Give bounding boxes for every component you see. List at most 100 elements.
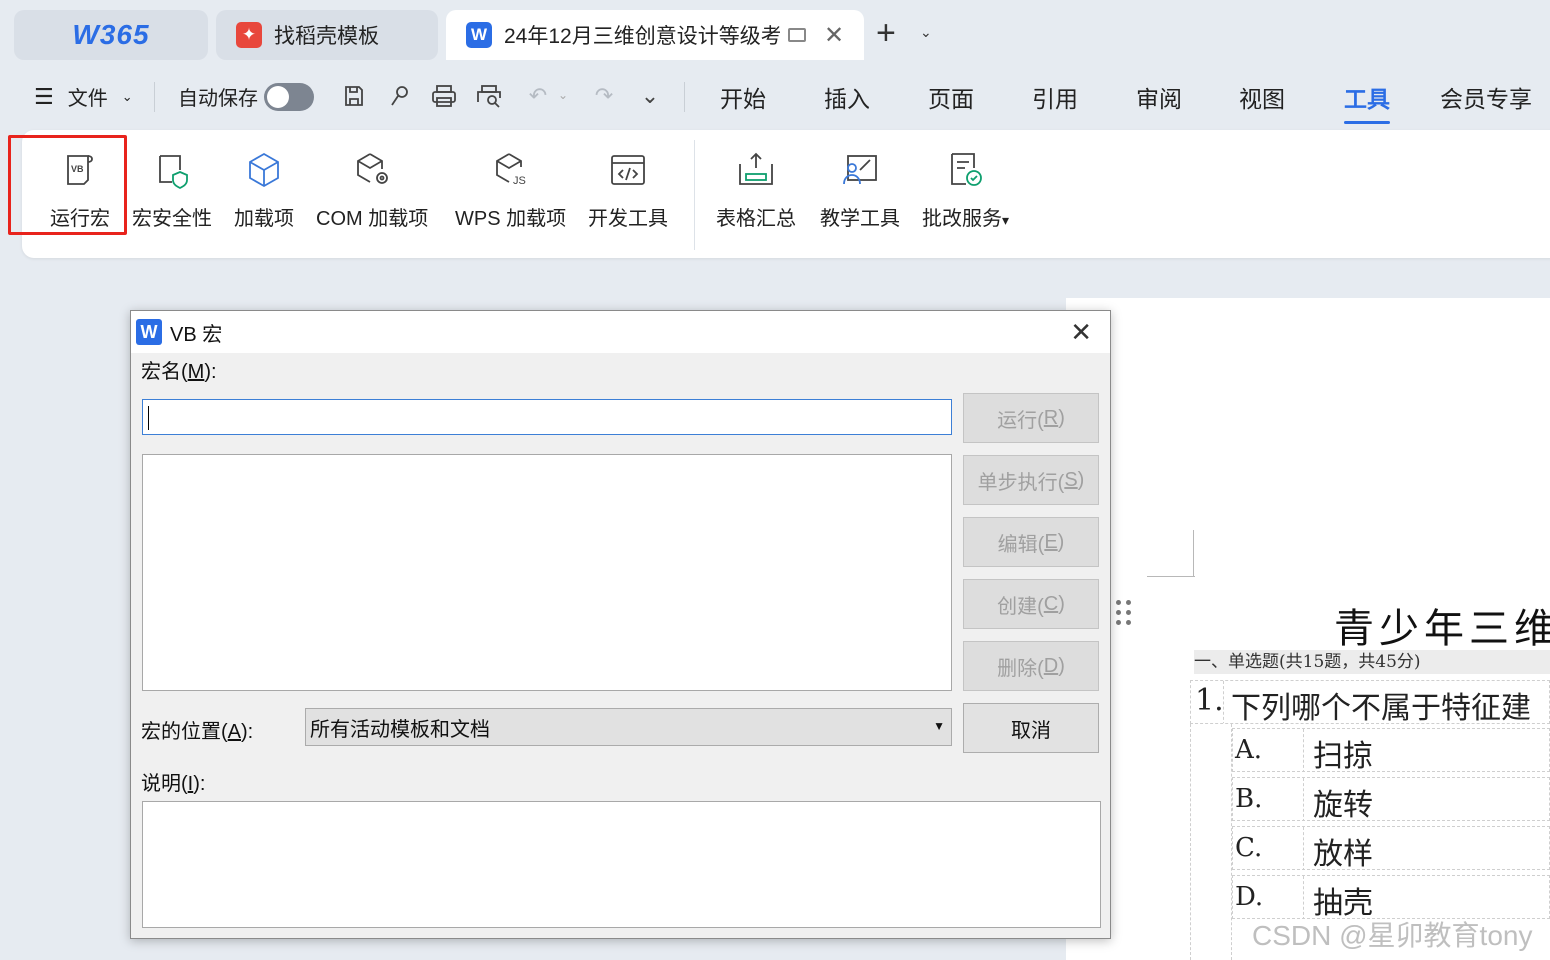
cell-divider xyxy=(1303,876,1304,918)
autosave-label: 自动保存 xyxy=(178,88,258,110)
cell-divider xyxy=(1303,729,1304,771)
hamburger-icon: ☰ xyxy=(34,83,54,109)
grading-service-text: 批改服务 xyxy=(922,208,1002,230)
file-menu-label: 文件 xyxy=(67,88,108,110)
tab-document-label: 24年12月三维创意设计等级考 xyxy=(504,25,780,48)
teaching-tools-button[interactable]: 教学工具 xyxy=(820,150,900,231)
developer-tools-button[interactable]: 开发工具 xyxy=(588,150,668,231)
macro-name-label: 宏名(M): xyxy=(141,355,217,384)
step-button[interactable]: 单步执行(S) xyxy=(963,455,1099,505)
cancel-button[interactable]: 取消 xyxy=(963,703,1099,753)
delete-button-text: 删除( xyxy=(997,657,1044,680)
menu-tools[interactable]: 工具 xyxy=(1344,80,1390,124)
chevron-down-icon[interactable]: ⌄ xyxy=(558,88,568,102)
location-label-end: ): xyxy=(241,721,254,743)
create-button[interactable]: 创建(C) xyxy=(963,579,1099,629)
vb-macro-dialog: W VB 宏 ✕ 宏名(M): 运行(R) 单步执行(S) 编辑(E) 创建(C… xyxy=(130,310,1111,939)
macro-name-input[interactable] xyxy=(142,399,952,435)
option-letter: A. xyxy=(1235,735,1263,765)
file-menu[interactable]: ☰ 文件 ⌄ xyxy=(34,82,133,111)
redo-icon[interactable]: ↷ xyxy=(590,82,618,110)
tab-home[interactable]: W365 xyxy=(14,10,208,60)
drag-handle-icon[interactable] xyxy=(1116,600,1132,626)
description-label-text: 说明( xyxy=(141,773,188,795)
menu-page[interactable]: 页面 xyxy=(928,80,974,114)
tab-template[interactable]: ✦ 找稻壳模板 xyxy=(216,10,438,60)
docer-icon: ✦ xyxy=(236,22,262,48)
more-chevron-icon[interactable]: ⌄ xyxy=(636,82,664,110)
teaching-icon xyxy=(843,155,877,185)
grading-icon xyxy=(950,153,982,186)
monitor-icon[interactable] xyxy=(788,28,806,42)
description-label: 说明(I): xyxy=(141,767,205,796)
wps-addins-button[interactable]: JS WPS 加载项 xyxy=(455,150,566,231)
cube-icon xyxy=(249,152,279,188)
tab-document[interactable]: W 24年12月三维创意设计等级考 ✕ xyxy=(446,10,864,60)
com-addins-button[interactable]: COM 加载项 xyxy=(316,150,428,231)
com-addins-label: COM 加载项 xyxy=(316,208,429,230)
menu-reference[interactable]: 引用 xyxy=(1032,80,1078,114)
edit-button-text: 编辑( xyxy=(997,533,1045,556)
section-heading: 一、单选题(共15题，共45分) xyxy=(1194,650,1550,674)
option-text: 放样 xyxy=(1313,837,1373,870)
delete-button[interactable]: 删除(D) xyxy=(963,641,1099,691)
addins-label: 加载项 xyxy=(234,208,294,230)
watermark: CSDN @星卯教育tony xyxy=(1252,920,1533,951)
dropdown-arrow-icon: ▾ xyxy=(1002,212,1010,228)
teaching-tools-label: 教学工具 xyxy=(820,208,900,230)
menu-review[interactable]: 审阅 xyxy=(1136,80,1182,114)
ribbon-divider xyxy=(694,140,695,250)
dialog-titlebar[interactable]: W VB 宏 ✕ xyxy=(131,311,1110,353)
run-button[interactable]: 运行(R) xyxy=(963,393,1099,443)
menu-member[interactable]: 会员专享 xyxy=(1440,80,1532,114)
crop-mark xyxy=(1147,576,1195,577)
autosave: 自动保存 xyxy=(178,82,314,111)
question-row: 1. 下列哪个不属于特征建 xyxy=(1190,680,1550,724)
new-tab-icon[interactable]: + xyxy=(876,14,896,53)
macro-security-button[interactable]: 宏安全性 xyxy=(132,150,212,231)
option-text: 旋转 xyxy=(1313,788,1373,821)
create-button-text: 创建( xyxy=(997,595,1044,618)
question-text: 下列哪个不属于特征建 xyxy=(1231,691,1531,724)
macro-security-icon xyxy=(159,155,188,190)
question-number: 1. xyxy=(1195,683,1224,718)
option-text: 扫掠 xyxy=(1313,739,1373,772)
cell-divider xyxy=(1303,778,1304,820)
grading-service-button[interactable]: 批改服务▾ xyxy=(922,150,1009,231)
crop-mark xyxy=(1193,530,1194,577)
print-preview-icon[interactable] xyxy=(475,82,503,110)
macro-list[interactable] xyxy=(142,454,952,691)
option-letter: B. xyxy=(1235,784,1263,814)
option-gutter xyxy=(1190,724,1232,960)
save-icon[interactable] xyxy=(340,82,368,110)
highlight-annotation xyxy=(8,135,127,235)
menu-start[interactable]: 开始 xyxy=(720,80,766,114)
macro-location-select[interactable]: 所有活动模板和文档 ▼ xyxy=(305,708,952,746)
format-painter-icon[interactable] xyxy=(385,82,413,110)
accelerator-key: R xyxy=(1043,406,1059,429)
accelerator-key: C xyxy=(1043,592,1059,615)
macro-location-value: 所有活动模板和文档 xyxy=(310,718,490,741)
com-addin-icon xyxy=(357,153,389,184)
cell-divider xyxy=(1303,827,1304,869)
autosave-toggle[interactable] xyxy=(264,82,314,111)
menu-insert[interactable]: 插入 xyxy=(824,80,870,114)
chevron-down-icon[interactable]: ⌄ xyxy=(920,24,932,41)
accelerator-key: M xyxy=(187,361,205,383)
writer-icon: W xyxy=(136,319,162,345)
w365-logo: W365 xyxy=(72,19,150,50)
print-icon[interactable] xyxy=(430,82,458,110)
undo-icon[interactable]: ↶ xyxy=(524,82,552,110)
close-tab-icon[interactable]: ✕ xyxy=(824,21,844,50)
option-letter: C. xyxy=(1235,833,1263,863)
svg-text:JS: JS xyxy=(513,175,526,187)
dialog-close-icon[interactable]: ✕ xyxy=(1070,317,1092,348)
writer-icon: W xyxy=(466,22,492,48)
edit-button[interactable]: 编辑(E) xyxy=(963,517,1099,567)
option-letter: D. xyxy=(1235,882,1264,912)
menu-bar: ☰ 文件 ⌄ 自动保存 ↶ ⌄ ↷ ⌄ 开始 插入 页面 引用 审阅 视图 工具… xyxy=(0,62,1550,130)
divider xyxy=(154,82,155,112)
addins-button[interactable]: 加载项 xyxy=(234,150,294,231)
menu-view[interactable]: 视图 xyxy=(1239,80,1285,114)
table-summary-button[interactable]: 表格汇总 xyxy=(716,150,796,231)
